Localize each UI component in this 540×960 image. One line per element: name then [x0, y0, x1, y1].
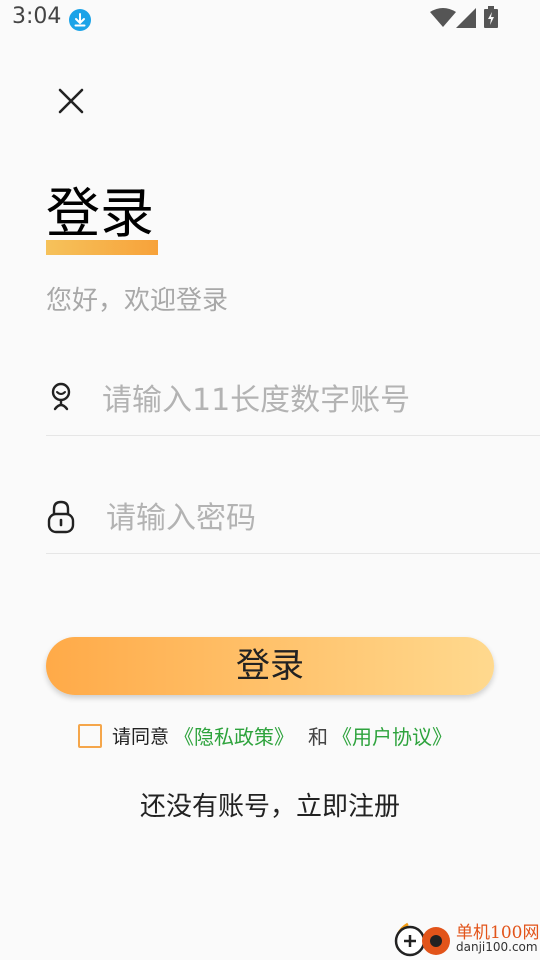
user-agreement-link[interactable]: 《用户协议》 — [332, 724, 452, 750]
account-input[interactable] — [100, 371, 524, 429]
password-input[interactable] — [104, 489, 524, 547]
agreement-checkbox[interactable] — [78, 724, 102, 748]
privacy-policy-link[interactable]: 《隐私政策》 — [174, 724, 294, 750]
agreement-prefix: 请同意 — [112, 726, 170, 748]
page-title: 登录 — [46, 182, 154, 245]
watermark-logo-icon — [394, 922, 450, 957]
lock-icon — [47, 500, 75, 534]
login-button[interactable]: 登录 — [46, 637, 494, 695]
download-notification-icon — [69, 9, 91, 31]
signal-icon — [456, 8, 476, 28]
account-field — [46, 365, 540, 436]
battery-charging-icon — [484, 6, 498, 28]
status-bar: 3:04 — [0, 0, 540, 38]
wifi-icon — [430, 8, 456, 27]
close-icon[interactable] — [56, 86, 86, 116]
status-time: 3:04 — [12, 4, 62, 29]
page-subtitle: 您好，欢迎登录 — [46, 286, 229, 316]
watermark: 单机100网 danji100.com — [392, 916, 540, 960]
agreement-and: 和 — [308, 725, 328, 749]
page-title-group: 登录 — [46, 182, 158, 255]
watermark-url: danji100.com — [456, 940, 538, 954]
user-icon — [51, 382, 71, 411]
register-link[interactable]: 还没有账号，立即注册 — [0, 786, 540, 823]
password-field — [46, 483, 540, 554]
